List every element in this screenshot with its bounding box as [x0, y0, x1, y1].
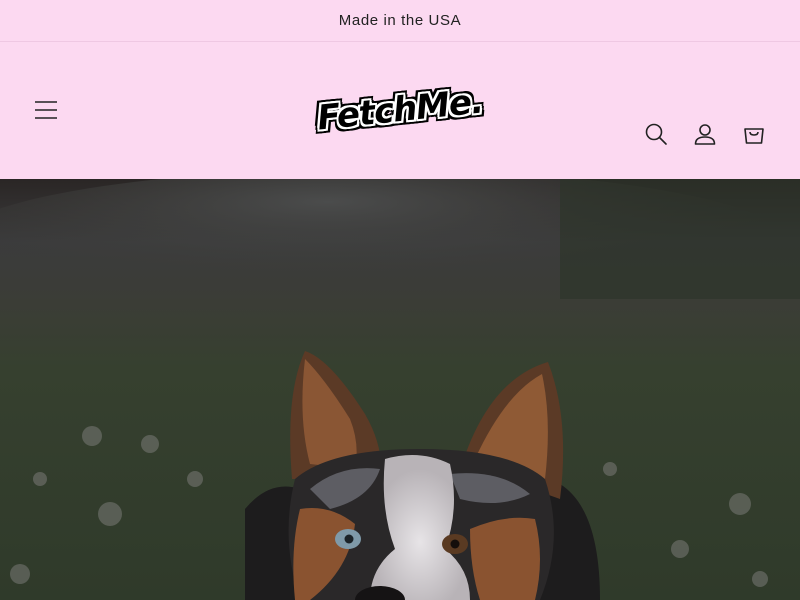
hero-banner — [0, 179, 800, 600]
account-button[interactable] — [689, 118, 721, 150]
menu-button[interactable] — [30, 94, 62, 126]
hamburger-menu-icon — [35, 101, 57, 119]
search-button[interactable] — [640, 118, 672, 150]
announcement-text: Made in the USA — [338, 12, 462, 29]
site-header: FetchMe. — [0, 42, 800, 179]
cart-button[interactable] — [738, 118, 770, 150]
logo-text: FetchMe. — [315, 81, 485, 139]
header-icon-group — [640, 118, 770, 150]
brand-logo[interactable]: FetchMe. — [315, 72, 484, 148]
search-icon — [645, 123, 667, 145]
hero-image — [0, 179, 800, 600]
cart-icon — [744, 128, 764, 144]
announcement-bar: Made in the USA — [0, 0, 800, 42]
account-icon — [694, 124, 716, 145]
